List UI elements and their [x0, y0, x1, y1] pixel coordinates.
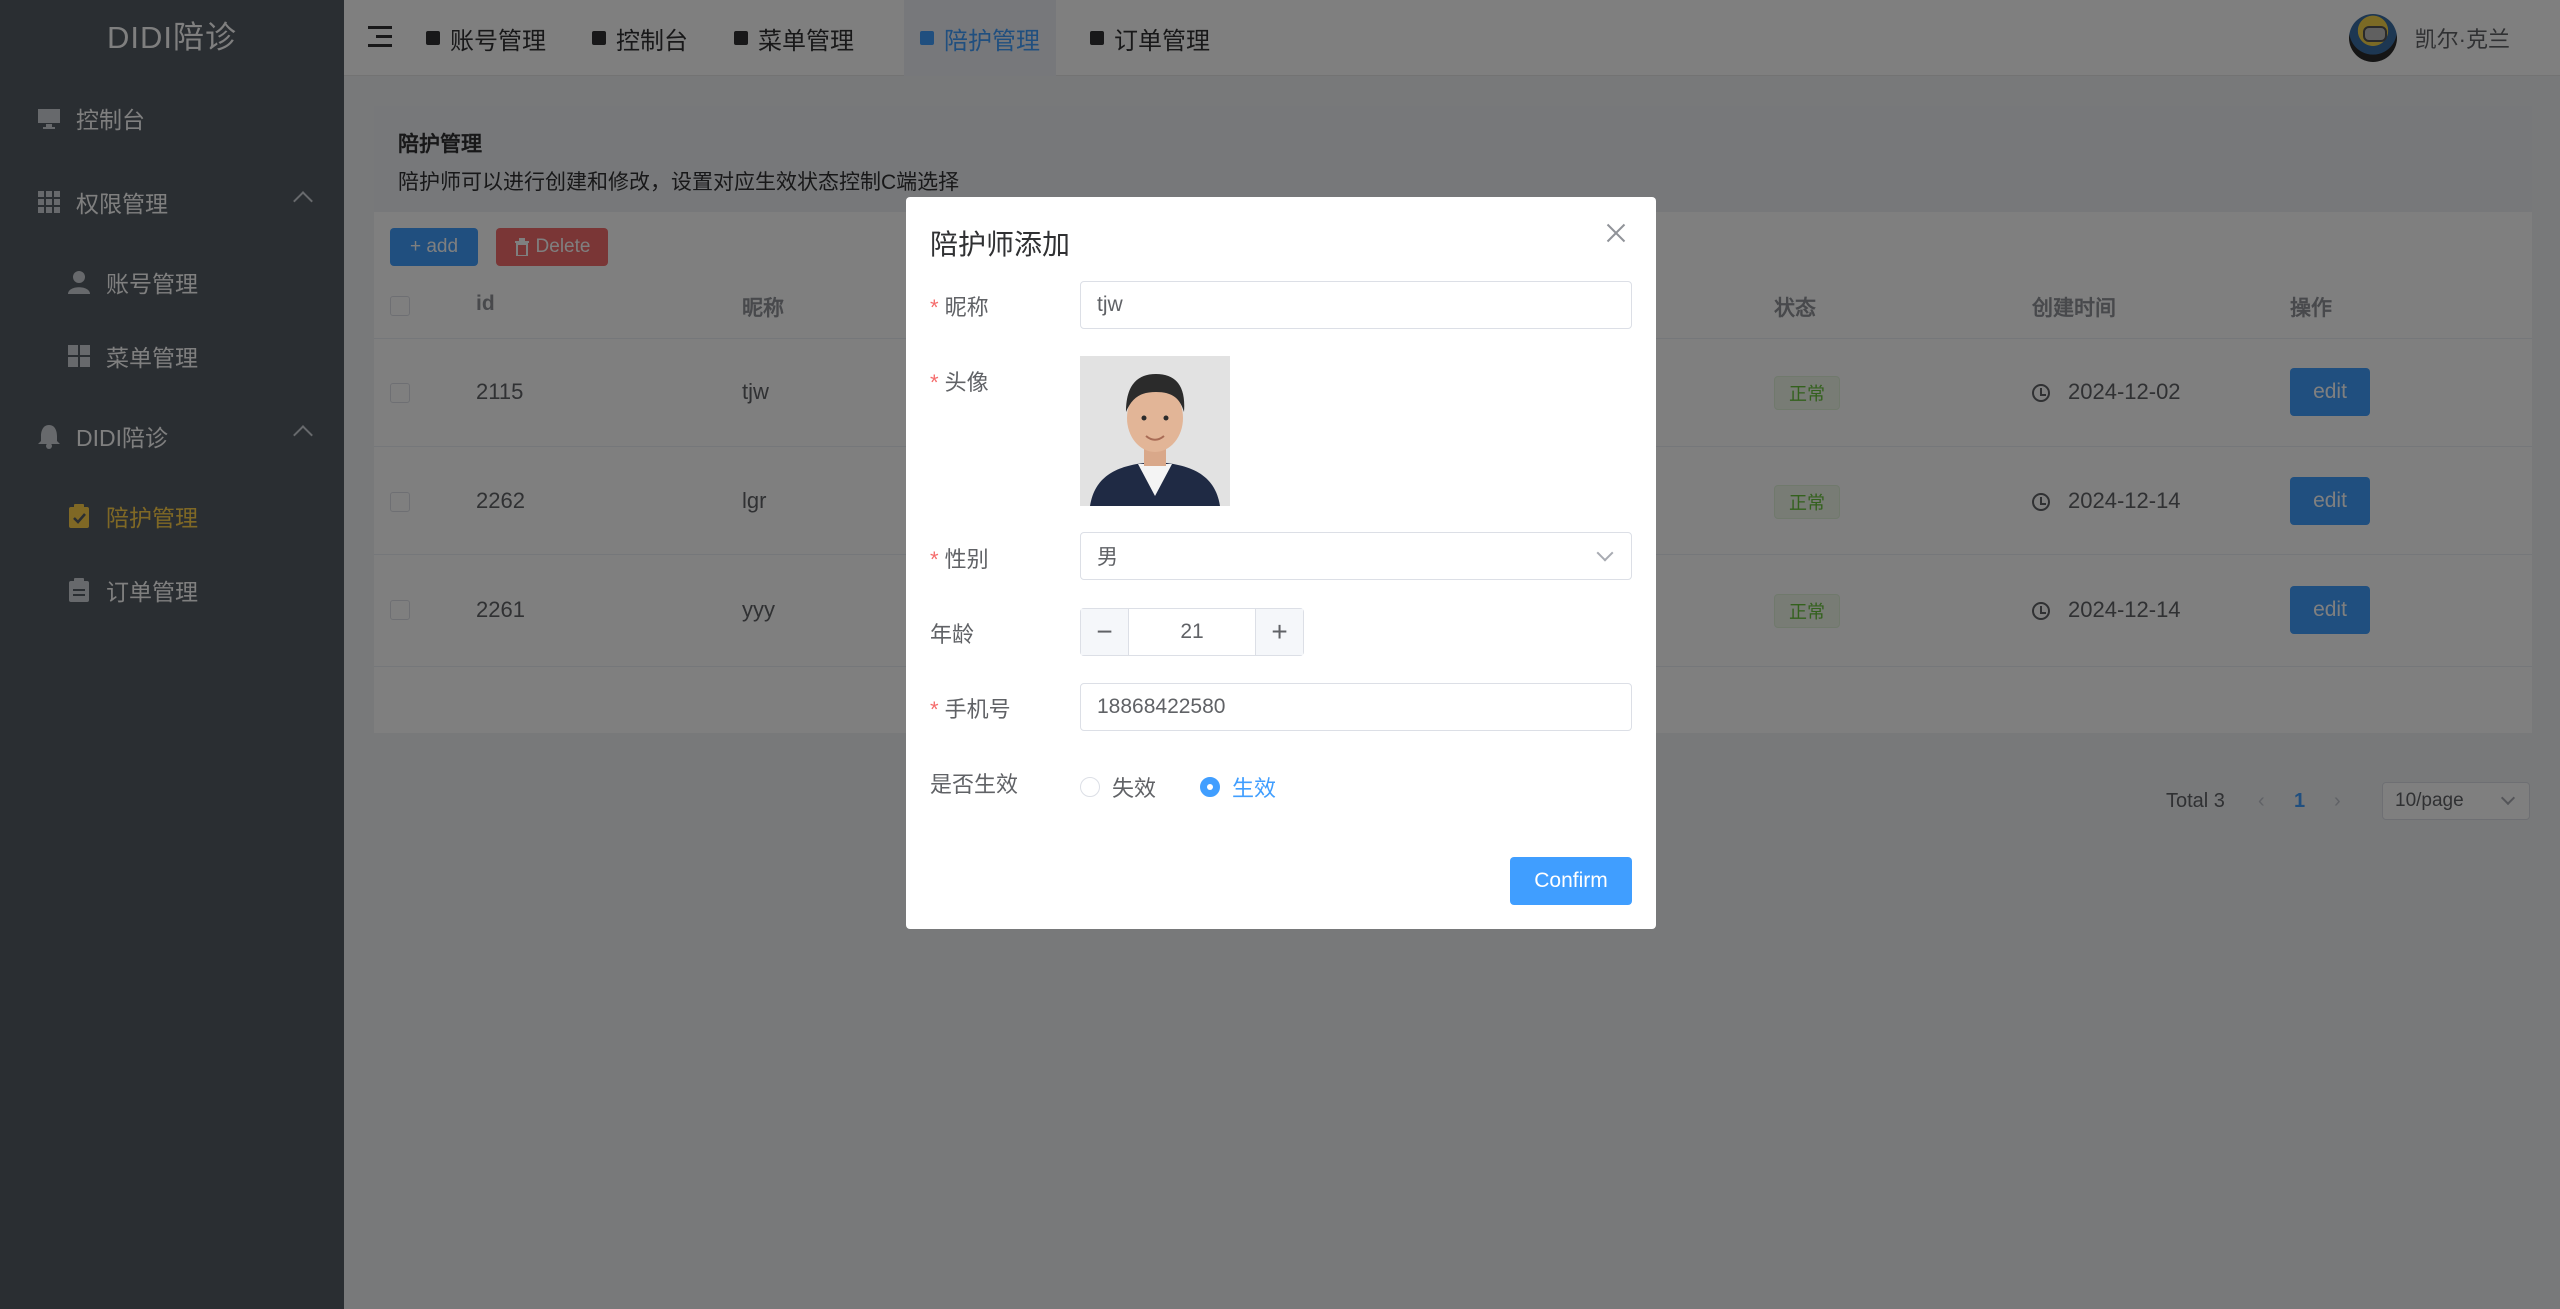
- age-label: 年龄: [930, 622, 975, 647]
- decrement-button[interactable]: −: [1081, 609, 1129, 655]
- avatar-photo: [1080, 356, 1230, 506]
- avatar-label: * 头像: [930, 365, 989, 397]
- radio-active[interactable]: 生效: [1200, 771, 1276, 803]
- label-text: 手机号: [944, 697, 1011, 722]
- gender-value: 男: [1097, 546, 1118, 569]
- radio-label: 生效: [1232, 776, 1277, 801]
- avatar-upload[interactable]: [1080, 356, 1230, 506]
- label-text: 头像: [944, 370, 989, 395]
- required-mark: *: [930, 697, 939, 722]
- dialog-title: 陪护师添加: [930, 229, 1071, 260]
- label-text: 性别: [944, 547, 989, 572]
- active-label: 是否生效: [930, 772, 1019, 797]
- nickname-label: * 昵称: [930, 290, 989, 322]
- confirm-button[interactable]: Confirm: [1510, 857, 1632, 905]
- required-mark: *: [930, 295, 939, 320]
- gender-label: * 性别: [930, 542, 989, 574]
- chevron-down-icon: [1596, 544, 1614, 562]
- phone-label: * 手机号: [930, 692, 1011, 724]
- gender-select[interactable]: 男: [1080, 532, 1632, 580]
- close-icon[interactable]: [1604, 221, 1628, 245]
- add-escort-dialog: 陪护师添加 * 昵称 tjw * 头像 * 性别 男 年龄 − 21 + * 手机号 1…: [906, 197, 1656, 929]
- label-text: 昵称: [944, 295, 989, 320]
- required-mark: *: [930, 547, 939, 572]
- age-input[interactable]: 21: [1129, 609, 1255, 655]
- radio-label: 失效: [1112, 776, 1157, 801]
- radio-inactive[interactable]: 失效: [1080, 771, 1156, 803]
- increment-button[interactable]: +: [1255, 609, 1303, 655]
- phone-input[interactable]: 18868422580: [1080, 683, 1632, 731]
- age-stepper: − 21 +: [1080, 608, 1304, 656]
- radio-circle: [1080, 777, 1100, 797]
- nickname-input[interactable]: tjw: [1080, 281, 1632, 329]
- radio-circle: [1200, 777, 1220, 797]
- required-mark: *: [930, 370, 939, 395]
